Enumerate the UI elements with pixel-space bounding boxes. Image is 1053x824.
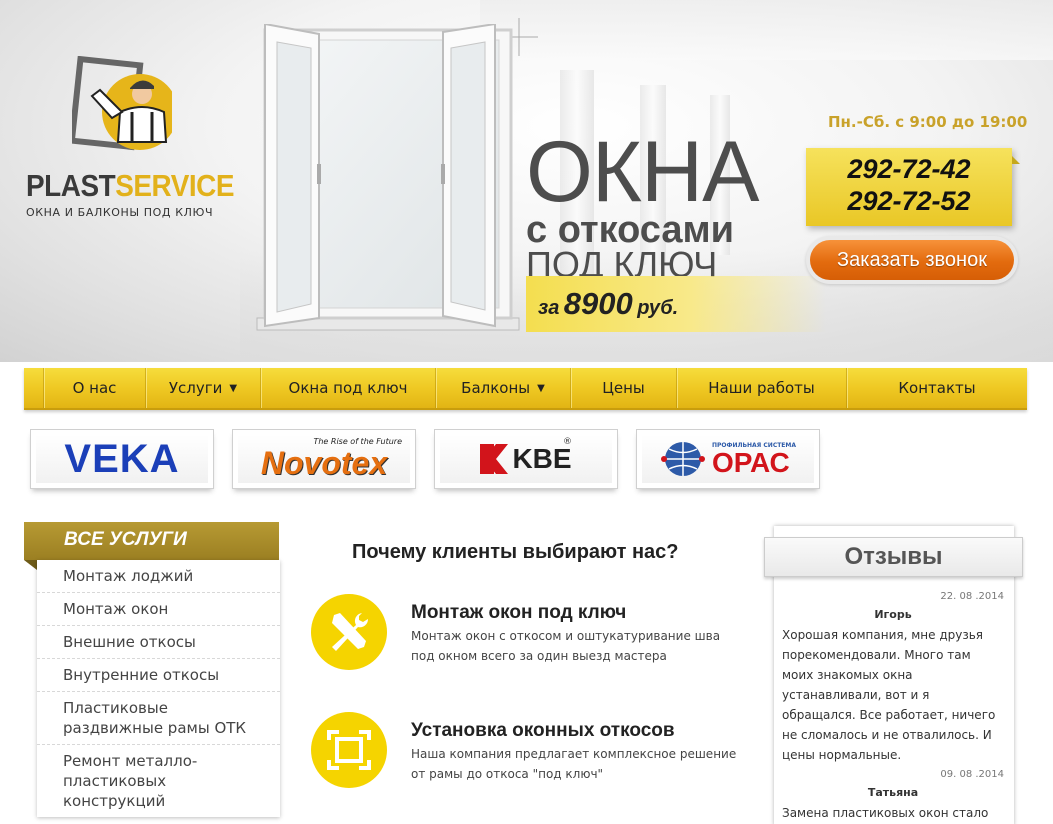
price-prefix: за (538, 297, 560, 319)
sidebar-item-inner-slopes[interactable]: Внутренние откосы (37, 659, 280, 692)
globe-icon (660, 442, 705, 476)
review-text: Замена пластиковых окон стало (782, 806, 989, 820)
logo-name-part1: PLAST (26, 168, 116, 203)
frame-icon (311, 712, 387, 788)
brand-novotex[interactable]: The Rise of the Future Novotex (232, 429, 416, 489)
nav-item-prices[interactable]: Цены (571, 368, 677, 408)
kbe-logo-text: KBE (512, 443, 572, 474)
nav-item-windows[interactable]: Окна под ключ (261, 368, 436, 408)
tools-icon (311, 594, 387, 670)
sidebar-title: ВСЕ УСЛУГИ (64, 529, 187, 550)
sidebar-item-windows[interactable]: Монтаж окон (37, 593, 280, 626)
promo-headline: ОКНА с откосами ПОД КЛЮЧ (526, 124, 759, 283)
callback-button[interactable]: Заказать звонок (810, 240, 1014, 280)
main-nav: О нас Услуги ▼ Окна под ключ Балконы ▼ Цен… (24, 368, 1027, 410)
window-image (256, 24, 520, 331)
sidebar-item-outer-slopes[interactable]: Внешние откосы (37, 626, 280, 659)
sidebar-header: ВСЕ УСЛУГИ (24, 522, 279, 570)
sidebar-services-list: Монтаж лоджий Монтаж окон Внешние откосы… (37, 560, 280, 817)
logo[interactable]: PLASTSERVICE ОКНА И БАЛКОНЫ ПОД КЛЮЧ (26, 56, 235, 226)
feature-text: Наша компания предлагает комплексное реш… (411, 747, 737, 781)
nav-item-contacts[interactable]: Контакты (847, 368, 1027, 408)
working-hours: Пн.-Сб. с 9:00 до 19:00 (828, 113, 1028, 131)
review-item: 09. 08 .2014 Татьяна Замена пластиковых … (782, 769, 1004, 823)
feature-item: Монтаж окон под ключ Монтаж окон с откос… (311, 594, 751, 684)
nav-item-about[interactable]: О нас (44, 368, 146, 408)
novotex-tagline: The Rise of the Future (313, 437, 402, 446)
kbe-logo-icon (480, 444, 509, 474)
phone-block: 292-72-42 292-72-52 (806, 148, 1020, 226)
promo-line2: с откосами (526, 209, 734, 251)
brand-opac[interactable]: ПРОФИЛЬНАЯ СИСТЕМА ОРАС (636, 429, 820, 489)
review-text: Хорошая компания, мне друзья порекомендо… (782, 628, 996, 762)
callback-button-frame: Заказать звонок (806, 236, 1018, 284)
why-us-title: Почему клиенты выбирают нас? (352, 541, 679, 563)
price-banner: за 8900 руб. (526, 276, 826, 332)
price-currency: руб. (637, 297, 679, 319)
phone-number-2[interactable]: 292-72-52 (806, 185, 1012, 217)
sidebar-item-repair[interactable]: Ремонт металло-пластиковых конструкций (37, 745, 280, 817)
logo-tagline: ОКНА И БАЛКОНЫ ПОД КЛЮЧ (26, 206, 214, 219)
kbe-registered-mark: ® (563, 437, 572, 447)
sidebar-item-loggias[interactable]: Монтаж лоджий (37, 560, 280, 593)
review-item: 22. 08 .2014 Игорь Хорошая компания, мне… (782, 591, 1004, 765)
feature-text: Монтаж окон с откосом и оштукатуривание … (411, 629, 721, 663)
brand-kbe[interactable]: KBE ® (434, 429, 618, 489)
hero-banner: PLASTSERVICE ОКНА И БАЛКОНЫ ПОД КЛЮЧ ОКН… (0, 0, 1053, 362)
reviews-title: Отзывы (764, 537, 1023, 577)
ceiling-panel (480, 0, 1053, 60)
review-author: Игорь (874, 608, 912, 621)
chevron-down-icon: ▼ (537, 382, 545, 394)
sidebar-item-sliding-frames[interactable]: Пластиковые раздвижные рамы ОТК (37, 692, 280, 745)
brand-veka[interactable]: VEKA (30, 429, 214, 489)
review-date: 22. 08 .2014 (940, 591, 1004, 602)
worker-emblem-icon (72, 56, 172, 151)
logo-name-part2: SERVICE (115, 168, 235, 203)
veka-logo-text: VEKA (64, 436, 180, 481)
price-value: 8900 (563, 286, 633, 321)
logo-wordmark: PLASTSERVICE (26, 168, 235, 204)
nav-item-services[interactable]: Услуги ▼ (146, 368, 261, 408)
nav-item-works[interactable]: Наши работы (677, 368, 847, 408)
feature-title: Монтаж окон под ключ (411, 602, 627, 623)
nav-item-balconies[interactable]: Балконы ▼ (436, 368, 571, 408)
review-date: 09. 08 .2014 (940, 769, 1004, 780)
phone-number-1[interactable]: 292-72-42 (806, 153, 1012, 185)
chevron-down-icon: ▼ (229, 382, 238, 394)
feature-item: Установка оконных откосов Наша компания … (311, 712, 751, 802)
novotex-logo-text: Novotex (260, 444, 388, 481)
opac-logo-text: ОРАС (711, 446, 790, 478)
promo-line1: ОКНА (526, 124, 759, 220)
review-author: Татьяна (867, 786, 919, 799)
feature-title: Установка оконных откосов (411, 720, 675, 741)
